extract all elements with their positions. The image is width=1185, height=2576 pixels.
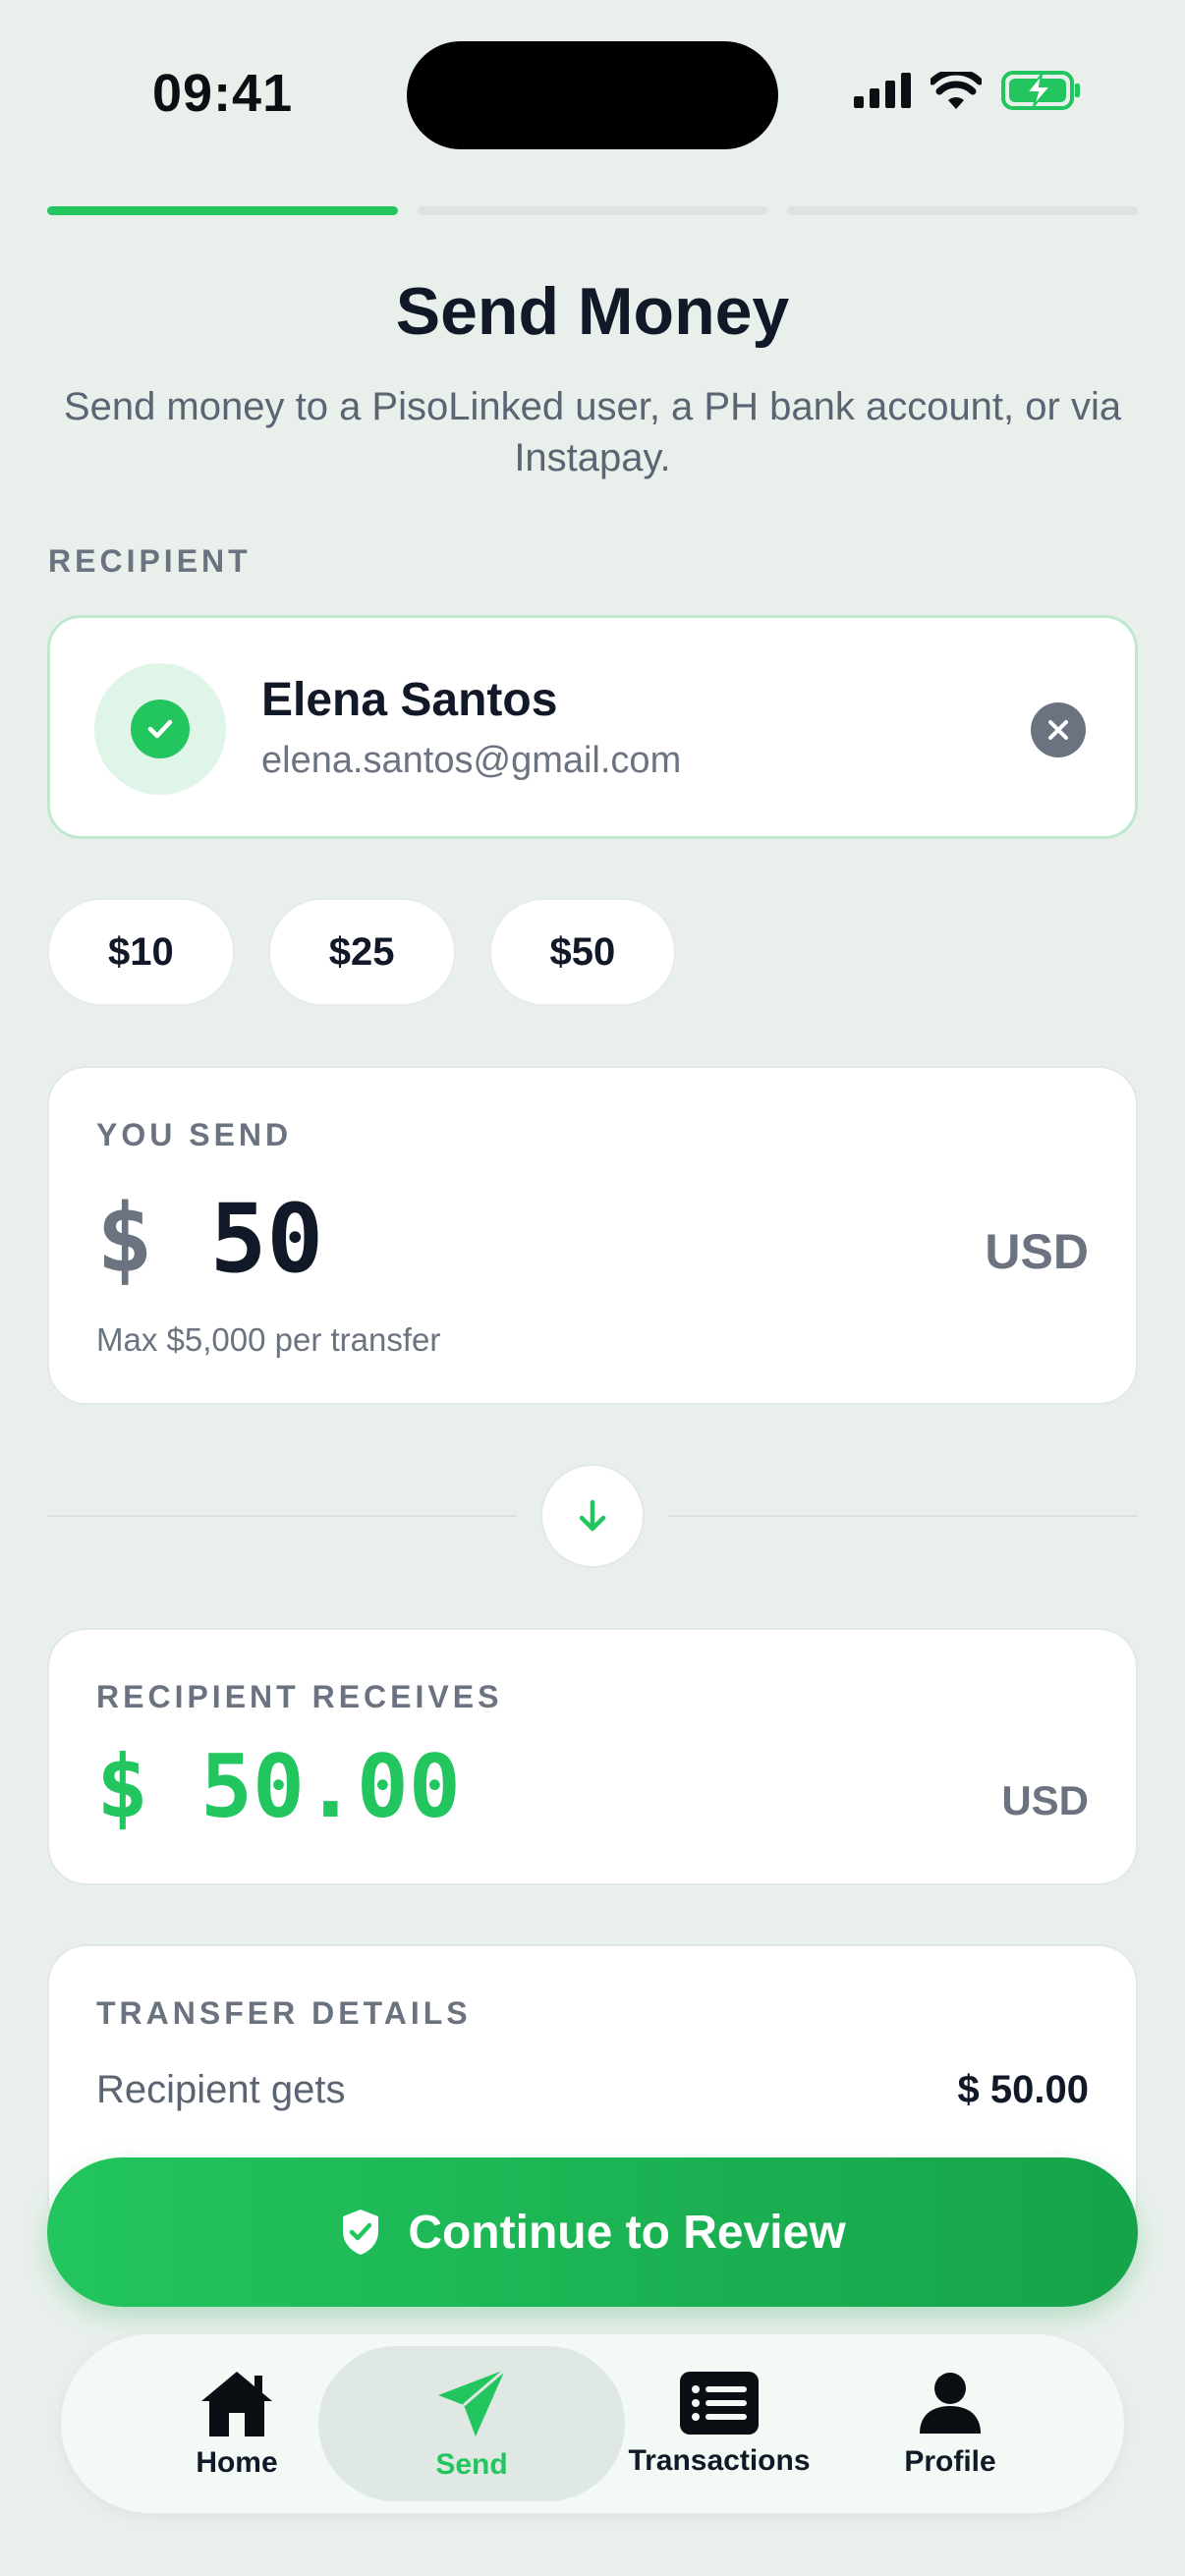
transfer-details-label: TRANSFER DETAILS <box>96 1995 472 2031</box>
recipient-receives-label: RECIPIENT RECEIVES <box>96 1679 503 1714</box>
receive-currency: USD <box>1001 1777 1089 1823</box>
conversion-divider <box>47 1464 1138 1568</box>
status-time: 09:41 <box>152 64 294 123</box>
battery-charging-icon <box>1001 71 1080 110</box>
step-progress <box>47 206 1139 215</box>
transfer-limit-hint: Max $5,000 per transfer <box>96 1321 441 1358</box>
tab-transactions[interactable]: Transactions <box>621 2334 818 2513</box>
tab-label: Send <box>435 2448 508 2481</box>
recipient-receives-amount: $ 50.00 <box>96 1736 461 1837</box>
transactions-icon <box>680 2372 759 2435</box>
dynamic-island <box>407 41 778 149</box>
recipient-section-label: RECIPIENT <box>48 543 252 579</box>
continue-to-review-button[interactable]: Continue to Review <box>47 2157 1138 2307</box>
bottom-tab-bar: Home Send Transactions Profile <box>61 2334 1124 2513</box>
tab-send[interactable]: Send <box>318 2334 625 2513</box>
progress-step-1 <box>47 206 398 215</box>
divider-line <box>47 1515 517 1517</box>
cellular-signal-icon <box>854 73 911 108</box>
you-send-card: YOU SEND $ 50 USD Max $5,000 per transfe… <box>47 1066 1138 1405</box>
status-icons <box>854 71 1082 110</box>
check-icon <box>131 700 190 758</box>
send-icon <box>438 2368 506 2436</box>
quick-amount-chip[interactable]: $10 <box>47 898 235 1006</box>
page-title: Send Money <box>395 274 790 349</box>
arrow-down-icon <box>540 1464 645 1568</box>
quick-amount-chips: $10 $25 $50 <box>47 898 677 1006</box>
home-icon <box>201 2372 272 2436</box>
tab-label: Home <box>196 2446 278 2479</box>
recipient-receives-card: RECIPIENT RECEIVES $ 50.00 USD <box>47 1628 1138 1885</box>
recipient-avatar <box>94 663 226 795</box>
you-send-label: YOU SEND <box>96 1117 293 1152</box>
wifi-icon <box>931 72 982 109</box>
send-money-screen: 09:41 Send Money Send money to a PisoLin… <box>0 0 1185 2576</box>
send-currency[interactable]: USD <box>985 1223 1089 1280</box>
recipient-email: elena.santos@gmail.com <box>261 740 682 781</box>
detail-row-value: $ 50.00 <box>957 2068 1089 2111</box>
close-icon <box>1048 720 1068 740</box>
detail-row-label: Recipient gets <box>96 2068 346 2111</box>
recipient-name: Elena Santos <box>261 674 558 726</box>
status-bar: 09:41 <box>0 0 1185 187</box>
tab-home[interactable]: Home <box>155 2334 318 2513</box>
recipient-card[interactable]: Elena Santos elena.santos@gmail.com <box>47 615 1138 839</box>
send-amount-value: 50 <box>209 1184 324 1294</box>
tab-label: Profile <box>904 2445 996 2478</box>
page-subtitle: Send money to a PisoLinked user, a PH ba… <box>63 385 1122 479</box>
quick-amount-chip[interactable]: $50 <box>488 898 677 1006</box>
send-amount-input[interactable]: $ 50 <box>96 1184 323 1294</box>
divider-line <box>668 1515 1138 1517</box>
shield-check-icon <box>343 2210 379 2255</box>
currency-symbol: $ <box>96 1184 153 1294</box>
progress-step-3 <box>787 206 1139 215</box>
tab-label: Transactions <box>628 2444 811 2477</box>
profile-icon <box>920 2373 981 2434</box>
cta-label: Continue to Review <box>408 2206 846 2259</box>
progress-step-2 <box>417 206 768 215</box>
tab-profile[interactable]: Profile <box>867 2334 1034 2513</box>
clear-recipient-button[interactable] <box>1031 702 1086 757</box>
quick-amount-chip[interactable]: $25 <box>267 898 456 1006</box>
